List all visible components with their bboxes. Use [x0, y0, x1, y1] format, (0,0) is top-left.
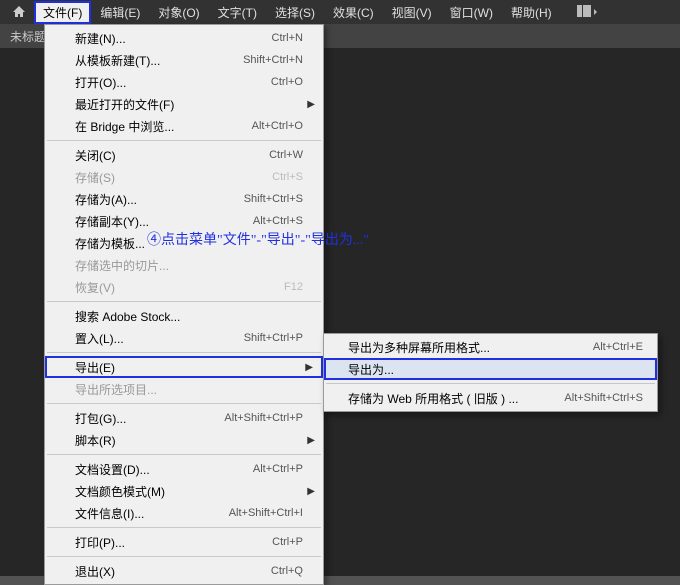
menu-separator: [326, 383, 655, 384]
menu-item-label: 导出所选项目...: [75, 381, 303, 398]
menu-item-shortcut: F12: [284, 281, 303, 293]
menu-separator: [47, 454, 321, 455]
menu-item-label: 从模板新建(T)...: [75, 52, 243, 69]
menu-item-打开O[interactable]: 打开(O)...Ctrl+O: [45, 71, 323, 93]
menu-item-shortcut: Alt+Shift+Ctrl+P: [224, 412, 303, 424]
menu-对象[interactable]: 对象(O): [149, 1, 208, 24]
menu-item-脚本R[interactable]: 脚本(R) ▶: [45, 429, 323, 451]
home-icon[interactable]: [4, 0, 34, 24]
workspace-switcher-icon[interactable]: [571, 2, 603, 23]
menu-item-label: 存储选中的切片...: [75, 257, 303, 274]
menu-item-shortcut: Ctrl+S: [272, 171, 303, 183]
menu-item-文档颜色模式M[interactable]: 文档颜色模式(M) ▶: [45, 480, 323, 502]
menu-item-存储S: 存储(S)Ctrl+S: [45, 166, 323, 188]
file-menu-dropdown: 新建(N)...Ctrl+N从模板新建(T)...Shift+Ctrl+N打开(…: [44, 24, 324, 585]
menu-separator: [47, 301, 321, 302]
menu-item-打包G[interactable]: 打包(G)...Alt+Shift+Ctrl+P: [45, 407, 323, 429]
menu-item-label: 最近打开的文件(F): [75, 96, 303, 113]
menu-帮助[interactable]: 帮助(H): [502, 1, 561, 24]
menu-item-shortcut: Ctrl+P: [272, 536, 303, 548]
menu-item-shortcut: Alt+Ctrl+P: [253, 463, 303, 475]
menu-item-退出X[interactable]: 退出(X)Ctrl+Q: [45, 560, 323, 582]
menu-item-shortcut: Ctrl+O: [271, 76, 303, 88]
menu-item-label: 关闭(C): [75, 147, 269, 164]
menubar: 文件(F)编辑(E)对象(O)文字(T)选择(S)效果(C)视图(V)窗口(W)…: [0, 0, 680, 24]
menu-item-label: 打开(O)...: [75, 74, 271, 91]
menu-编辑[interactable]: 编辑(E): [91, 1, 149, 24]
menu-item-label: 搜索 Adobe Stock...: [75, 308, 303, 325]
submenu-arrow-icon: ▶: [307, 435, 315, 446]
submenu-item-shortcut: Alt+Shift+Ctrl+S: [564, 392, 643, 404]
menu-item-shortcut: Shift+Ctrl+P: [244, 332, 303, 344]
menu-item-label: 导出(E): [75, 359, 303, 376]
menu-item-搜索AdobeStock[interactable]: 搜索 Adobe Stock...: [45, 305, 323, 327]
menu-item-导出E[interactable]: 导出(E)▶: [45, 356, 323, 378]
menu-item-label: 新建(N)...: [75, 30, 272, 47]
submenu-arrow-icon: ▶: [307, 486, 315, 497]
menu-item-存储选中的切片: 存储选中的切片...: [45, 254, 323, 276]
menu-文件[interactable]: 文件(F): [34, 1, 91, 24]
menu-item-shortcut: Shift+Ctrl+N: [243, 54, 303, 66]
menu-item-shortcut: Alt+Ctrl+S: [253, 215, 303, 227]
menu-item-shortcut: Alt+Shift+Ctrl+I: [229, 507, 303, 519]
menu-item-label: 退出(X): [75, 563, 271, 580]
menu-item-label: 文档颜色模式(M): [75, 483, 303, 500]
submenu-item-label: 存储为 Web 所用格式 ( 旧版 ) ...: [348, 390, 564, 407]
menu-item-label: 脚本(R): [75, 432, 303, 449]
menu-item-label: 文档设置(D)...: [75, 461, 253, 478]
export-submenu: 导出为多种屏幕所用格式...Alt+Ctrl+E 导出为... 存储为 Web 所用…: [323, 333, 658, 412]
menu-item-label: 存储为(A)...: [75, 191, 244, 208]
menu-item-导出所选项目: 导出所选项目...: [45, 378, 323, 400]
menu-item-恢复V: 恢复(V)F12: [45, 276, 323, 298]
menu-item-关闭C[interactable]: 关闭(C)Ctrl+W: [45, 144, 323, 166]
menu-item-在Bridge中浏览[interactable]: 在 Bridge 中浏览...Alt+Ctrl+O: [45, 115, 323, 137]
menu-视图[interactable]: 视图(V): [383, 1, 441, 24]
tutorial-annotation: ④点击菜单"文件"-"导出"-"导出为...": [147, 229, 369, 249]
menu-item-shortcut: Ctrl+Q: [271, 565, 303, 577]
menu-separator: [47, 556, 321, 557]
submenu-item-label: 导出为多种屏幕所用格式...: [348, 339, 593, 356]
menu-效果[interactable]: 效果(C): [324, 1, 383, 24]
menu-窗口[interactable]: 窗口(W): [441, 1, 502, 24]
menu-separator: [47, 527, 321, 528]
submenu-item-存储为Web所用格式旧版[interactable]: 存储为 Web 所用格式 ( 旧版 ) ...Alt+Shift+Ctrl+S: [324, 387, 657, 409]
menu-item-shortcut: Ctrl+N: [272, 32, 303, 44]
submenu-item-导出为多种屏幕所用格式[interactable]: 导出为多种屏幕所用格式...Alt+Ctrl+E: [324, 336, 657, 358]
menu-item-从模板新建T[interactable]: 从模板新建(T)...Shift+Ctrl+N: [45, 49, 323, 71]
submenu-item-导出为[interactable]: 导出为...: [324, 358, 657, 380]
menu-item-shortcut: Alt+Ctrl+O: [252, 120, 303, 132]
menu-separator: [47, 140, 321, 141]
menu-separator: [47, 403, 321, 404]
menu-item-label: 存储副本(Y)...: [75, 213, 253, 230]
menu-item-label: 打印(P)...: [75, 534, 272, 551]
menu-item-label: 文件信息(I)...: [75, 505, 229, 522]
menu-item-存储为A[interactable]: 存储为(A)...Shift+Ctrl+S: [45, 188, 323, 210]
menu-item-label: 恢复(V): [75, 279, 284, 296]
menu-item-label: 存储(S): [75, 169, 272, 186]
menu-item-label: 置入(L)...: [75, 330, 244, 347]
menu-item-文件信息I[interactable]: 文件信息(I)...Alt+Shift+Ctrl+I: [45, 502, 323, 524]
submenu-item-shortcut: Alt+Ctrl+E: [593, 341, 643, 353]
menu-item-文档设置D[interactable]: 文档设置(D)...Alt+Ctrl+P: [45, 458, 323, 480]
document-tab[interactable]: 未标题: [10, 28, 46, 45]
menu-item-label: 打包(G)...: [75, 410, 224, 427]
menu-选择[interactable]: 选择(S): [266, 1, 324, 24]
menu-item-新建N[interactable]: 新建(N)...Ctrl+N: [45, 27, 323, 49]
submenu-item-label: 导出为...: [348, 361, 643, 378]
menu-item-打印P[interactable]: 打印(P)...Ctrl+P: [45, 531, 323, 553]
submenu-arrow-icon: ▶: [307, 99, 315, 110]
menu-item-shortcut: Shift+Ctrl+S: [244, 193, 303, 205]
menu-item-置入L[interactable]: 置入(L)...Shift+Ctrl+P: [45, 327, 323, 349]
menu-item-最近打开的文件F[interactable]: 最近打开的文件(F) ▶: [45, 93, 323, 115]
submenu-arrow-icon: ▶: [305, 362, 313, 373]
menu-item-shortcut: Ctrl+W: [269, 149, 303, 161]
menu-文字[interactable]: 文字(T): [209, 1, 266, 24]
menu-item-label: 在 Bridge 中浏览...: [75, 118, 252, 135]
menu-separator: [47, 352, 321, 353]
